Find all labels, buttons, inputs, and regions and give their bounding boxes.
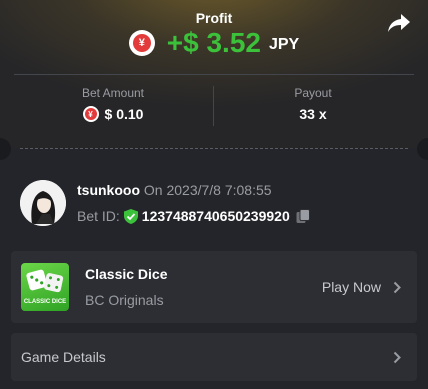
ticket-notch-right <box>417 138 428 160</box>
bet-id-label: Bet ID: <box>77 208 120 224</box>
bet-stats: Bet Amount ¥ $ 0.10 Payout 33 x <box>0 86 428 128</box>
bet-amount-value: $ 0.10 <box>104 106 144 122</box>
profit-label: Profit <box>195 10 233 26</box>
username[interactable]: tsunkooo <box>77 182 140 198</box>
yen-coin-icon: ¥ <box>82 106 99 122</box>
ticket-perforation <box>20 148 408 149</box>
bet-user-info: tsunkooo On 2023/7/8 7:08:55 Bet ID: 123… <box>20 178 410 228</box>
profit-row: ¥ +$ 3.52 JPY <box>0 27 428 59</box>
bet-amount-stat: Bet Amount ¥ $ 0.10 <box>13 86 213 122</box>
verified-shield-icon <box>123 208 138 224</box>
chevron-right-icon[interactable] <box>393 281 401 294</box>
divider <box>14 74 414 75</box>
payout-value: 33 x <box>299 106 327 122</box>
user-line: tsunkooo On 2023/7/8 7:08:55 <box>77 182 272 198</box>
copy-icon[interactable] <box>296 208 310 224</box>
thumbnail-label: CLASSIC DICE <box>23 299 67 305</box>
payout-stat: Payout 33 x <box>213 86 413 122</box>
bet-date: On 2023/7/8 7:08:55 <box>143 182 272 198</box>
profit-currency: JPY <box>268 36 300 53</box>
play-now-button[interactable]: Play Now <box>322 279 381 295</box>
yen-coin-icon: ¥ <box>128 30 155 56</box>
game-name: Classic Dice <box>85 266 168 282</box>
game-card[interactable]: CLASSIC DICE Classic Dice BC Originals P… <box>11 251 417 323</box>
game-details-label: Game Details <box>21 349 106 365</box>
chevron-right-icon[interactable] <box>393 351 401 364</box>
game-provider: BC Originals <box>85 292 164 308</box>
profit-amount: +$ 3.52 <box>166 27 261 58</box>
bet-id: 1237488740650239920 <box>141 208 290 224</box>
bet-amount-value-row: ¥ $ 0.10 <box>13 106 213 122</box>
bet-amount-label: Bet Amount <box>81 86 145 100</box>
stats-divider <box>213 86 214 126</box>
bet-id-row: Bet ID: 1237488740650239920 <box>77 208 310 224</box>
avatar[interactable] <box>20 180 66 226</box>
classic-dice-thumbnail: CLASSIC DICE <box>21 263 69 311</box>
game-details-row[interactable]: Game Details <box>11 333 417 381</box>
payout-label: Payout <box>294 86 332 100</box>
